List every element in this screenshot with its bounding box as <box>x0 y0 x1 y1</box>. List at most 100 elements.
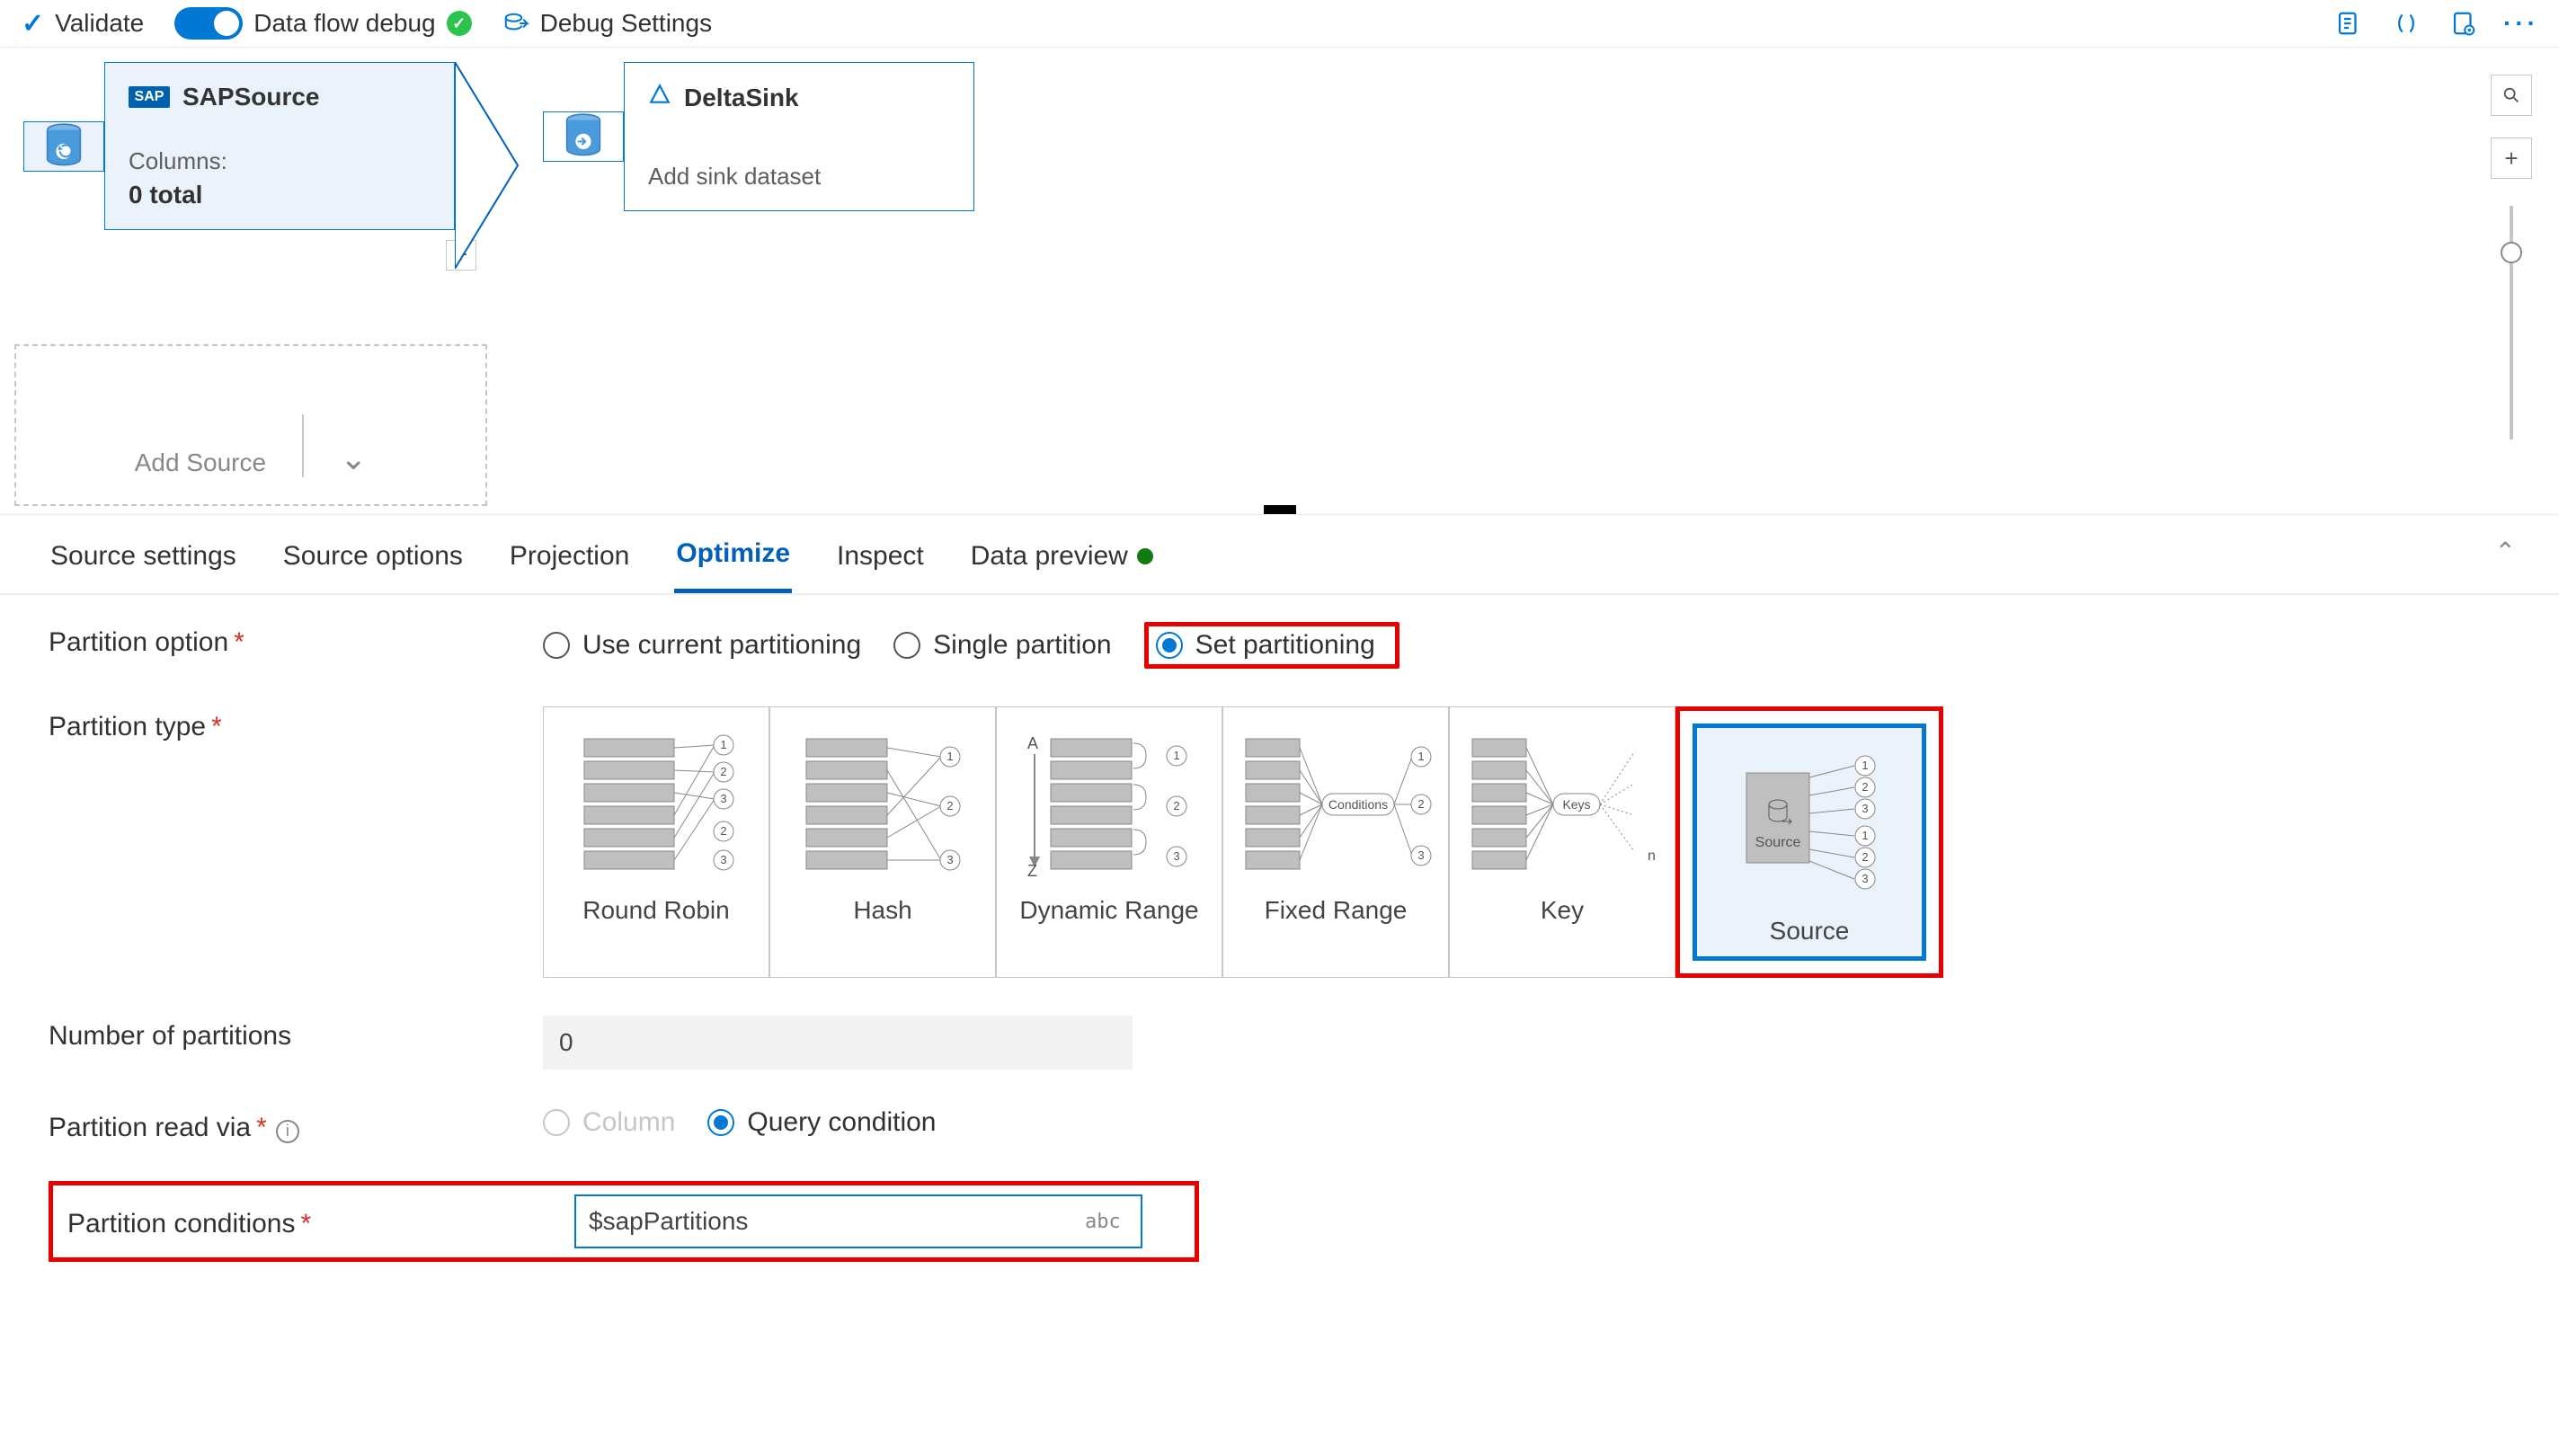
tab-optimize[interactable]: Optimize <box>674 529 792 593</box>
radio-single-partition[interactable]: Single partition <box>893 630 1111 661</box>
highlight-set-partitioning: Set partitioning <box>1144 622 1399 669</box>
chevron-down-icon: ⌄ <box>340 439 367 477</box>
tile-dynamic-range[interactable]: A Z 123 Dynamic Range <box>996 706 1222 978</box>
round-robin-icon: 12323 <box>566 725 746 878</box>
toolbar-right: ··· <box>2332 7 2537 40</box>
svg-text:Conditions: Conditions <box>1328 797 1388 812</box>
svg-text:A: A <box>1027 734 1038 752</box>
check-icon: ✓ <box>22 8 44 40</box>
label-read-via: Partition read via <box>49 1113 251 1142</box>
svg-text:n: n <box>1648 848 1656 864</box>
collapse-panel-icon[interactable]: ⌃ <box>2495 537 2516 566</box>
more-menu-icon[interactable]: ··· <box>2505 7 2537 40</box>
tile-round-robin[interactable]: 12323 Round Robin <box>543 706 769 978</box>
svg-text:3: 3 <box>1417 848 1424 862</box>
zoom-slider[interactable] <box>2510 206 2513 439</box>
partition-conditions-input[interactable] <box>574 1194 1142 1248</box>
add-source-button[interactable]: Add Source ⌄ <box>14 344 487 506</box>
label-partition-type: Partition type <box>49 712 206 741</box>
radio-use-current[interactable]: Use current partitioning <box>543 630 861 661</box>
source-partition-icon: Source 1 2 3 1 2 3 <box>1710 746 1908 899</box>
db-icon <box>543 111 624 162</box>
debug-settings-button[interactable]: Debug Settings <box>502 9 712 38</box>
svg-text:2: 2 <box>1417 797 1424 811</box>
panel-resize-handle[interactable] <box>1264 505 1296 514</box>
svg-text:3: 3 <box>720 853 726 866</box>
svg-text:2: 2 <box>1861 780 1868 794</box>
db-icon <box>23 121 104 172</box>
radio-query-condition[interactable]: Query condition <box>707 1107 936 1138</box>
svg-text:1: 1 <box>1417 750 1424 763</box>
settings-doc-icon[interactable] <box>2448 7 2480 40</box>
key-icon: Keys n <box>1463 725 1661 878</box>
svg-text:Z: Z <box>1027 862 1037 878</box>
node-sink-sub: Add sink dataset <box>648 163 950 191</box>
optimize-form: Partition option* Use current partitioni… <box>0 595 2559 1289</box>
debug-label: Data flow debug <box>253 9 435 38</box>
node-sap-title: SAPSource <box>182 83 320 111</box>
tile-fixed-range[interactable]: Conditions 123 Fixed Range <box>1222 706 1449 978</box>
delta-icon <box>648 83 671 112</box>
tab-inspect[interactable]: Inspect <box>835 532 926 591</box>
svg-text:1: 1 <box>946 750 953 763</box>
svg-text:2: 2 <box>1173 799 1179 812</box>
zoom-controls: + <box>2491 75 2532 439</box>
flow-arrow-icon <box>455 62 534 269</box>
svg-text:1: 1 <box>1861 829 1868 842</box>
tile-hash[interactable]: 123 Hash <box>769 706 996 978</box>
status-ok-icon: ✓ <box>447 11 472 36</box>
svg-text:2: 2 <box>720 824 726 838</box>
tab-source-settings[interactable]: Source settings <box>49 532 238 591</box>
row-read-via: Partition read via*i Column Query condit… <box>49 1107 2510 1143</box>
svg-text:3: 3 <box>946 853 953 866</box>
node-sink-title: DeltaSink <box>684 84 799 112</box>
node-delta-sink[interactable]: DeltaSink Add sink dataset <box>534 62 983 211</box>
svg-text:1: 1 <box>1861 759 1868 772</box>
row-conditions: Partition conditions* abc <box>49 1181 2510 1262</box>
tab-projection[interactable]: Projection <box>508 532 631 591</box>
divider <box>302 414 304 477</box>
label-conditions: Partition conditions <box>67 1209 295 1239</box>
search-icon[interactable] <box>2491 75 2532 116</box>
script-view-icon[interactable] <box>2332 7 2365 40</box>
row-num-partitions: Number of partitions <box>49 1016 2510 1070</box>
sap-logo-icon: SAP <box>129 86 170 108</box>
svg-text:3: 3 <box>1173 849 1179 863</box>
tile-key[interactable]: Keys n Key <box>1449 706 1675 978</box>
radio-column: Column <box>543 1107 675 1138</box>
label-partition-option: Partition option <box>49 627 228 657</box>
code-view-icon[interactable] <box>2390 7 2422 40</box>
svg-text:Source: Source <box>1755 835 1801 850</box>
highlight-source-tile: Source 1 2 3 1 2 3 Source <box>1675 706 1943 978</box>
svg-text:Keys: Keys <box>1562 797 1590 812</box>
row-partition-option: Partition option* Use current partitioni… <box>49 622 2510 669</box>
toggle-switch[interactable] <box>174 7 243 40</box>
dataflow-canvas[interactable]: SAPSAPSource Columns: 0 total + DeltaSin… <box>0 47 2559 514</box>
row-partition-type: Partition type* 12323 Round Robin 123 <box>49 706 2510 978</box>
node-sap-columns-label: Columns: <box>129 147 431 175</box>
validate-label: Validate <box>55 9 144 38</box>
node-sap-source[interactable]: SAPSAPSource Columns: 0 total + <box>14 62 455 230</box>
hash-icon: 1 2 3 <box>793 725 973 878</box>
dynamic-range-icon: A Z 1 2 3 <box>1015 725 1204 878</box>
node-body: SAPSAPSource Columns: 0 total <box>104 62 455 230</box>
add-source-label: Add Source <box>135 448 266 477</box>
svg-text:2: 2 <box>946 799 953 812</box>
svg-text:2: 2 <box>1861 850 1868 864</box>
zoom-in-button[interactable]: + <box>2491 138 2532 179</box>
dataflow-debug-toggle[interactable]: Data flow debug ✓ <box>174 7 471 40</box>
tile-source[interactable]: Source 1 2 3 1 2 3 Source <box>1693 724 1926 961</box>
label-num-partitions: Number of partitions <box>49 1021 291 1051</box>
info-icon[interactable]: i <box>276 1120 299 1143</box>
node-body: DeltaSink Add sink dataset <box>624 62 974 211</box>
num-partitions-input[interactable] <box>543 1016 1133 1070</box>
svg-text:1: 1 <box>1173 749 1179 762</box>
validate-button[interactable]: ✓ Validate <box>22 8 144 40</box>
svg-text:3: 3 <box>1861 802 1868 815</box>
settings-tabs: Source settings Source options Projectio… <box>0 514 2559 593</box>
tab-source-options[interactable]: Source options <box>281 532 465 591</box>
debug-settings-label: Debug Settings <box>540 9 712 38</box>
radio-set-partitioning[interactable]: Set partitioning <box>1156 630 1375 661</box>
svg-text:3: 3 <box>1861 872 1868 885</box>
tab-data-preview[interactable]: Data preview <box>969 532 1155 591</box>
